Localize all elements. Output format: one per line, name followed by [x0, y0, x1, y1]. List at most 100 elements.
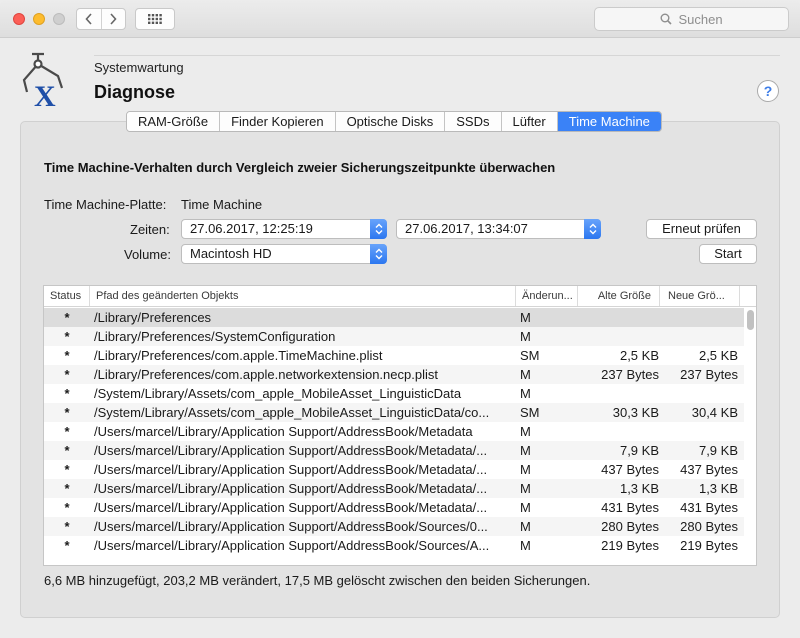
- row-change: M: [520, 519, 531, 534]
- table-row[interactable]: * /Users/marcel/Library/Application Suppo…: [44, 479, 744, 498]
- row-status: *: [64, 538, 70, 553]
- table-row[interactable]: * /Users/marcel/Library/Application Suppo…: [44, 517, 744, 536]
- row-change: M: [520, 538, 531, 553]
- table-row[interactable]: * /System/Library/Assets/com_apple_Mobile…: [44, 384, 744, 403]
- row-path: /System/Library/Assets/com_apple_MobileA…: [94, 386, 462, 401]
- row-path: /Users/marcel/Library/Application Suppor…: [94, 481, 488, 496]
- column-header-new-size[interactable]: Neue Grö...: [660, 286, 740, 306]
- row-path: /Library/Preferences: [94, 310, 212, 325]
- row-status: *: [64, 386, 70, 401]
- row-old-size: 1,3 KB: [619, 481, 659, 496]
- row-change: M: [520, 329, 531, 344]
- row-new-size: [664, 308, 738, 327]
- row-old-size: [579, 327, 659, 346]
- row-path: /Users/marcel/Library/Application Suppor…: [94, 538, 490, 553]
- volume-value: Macintosh HD: [190, 246, 272, 261]
- tab-ram-size[interactable]: RAM-Größe: [127, 112, 220, 131]
- row-old-size: [579, 384, 659, 403]
- back-button[interactable]: [77, 9, 101, 29]
- title-bar: Suchen: [0, 0, 800, 38]
- vertical-scrollbar[interactable]: [747, 310, 754, 330]
- row-old-size: 7,9 KB: [619, 443, 659, 458]
- table-row[interactable]: * /Library/Preferences/com.apple.networke…: [44, 365, 744, 384]
- table-row[interactable]: * /Library/Preferences/SystemConfiguratio…: [44, 327, 744, 346]
- table-row[interactable]: * /Users/marcel/Library/Application Suppo…: [44, 460, 744, 479]
- row-new-size: 280 Bytes: [680, 519, 738, 534]
- table-row[interactable]: * /Users/marcel/Library/Application Suppo…: [44, 536, 744, 555]
- zoom-window-button[interactable]: [53, 13, 65, 25]
- table-row[interactable]: * /Library/Preferences M: [44, 308, 744, 327]
- row-old-size: 2,5 KB: [619, 348, 659, 363]
- header-divider: [94, 55, 780, 56]
- row-path: /Users/marcel/Library/Application Suppor…: [94, 424, 473, 439]
- row-old-size: 280 Bytes: [601, 519, 659, 534]
- row-change: M: [520, 443, 531, 458]
- row-path: /Library/Preferences/SystemConfiguration: [94, 329, 336, 344]
- time2-popup[interactable]: 27.06.2017, 13:34:07: [396, 219, 601, 239]
- row-path: /Users/marcel/Library/Application Suppor…: [94, 443, 488, 458]
- close-window-button[interactable]: [13, 13, 25, 25]
- table-row[interactable]: * /Users/marcel/Library/Application Suppo…: [44, 441, 744, 460]
- row-old-size: 237 Bytes: [601, 367, 659, 382]
- volume-popup[interactable]: Macintosh HD: [181, 244, 387, 264]
- navigation-buttons: [76, 8, 126, 30]
- tab-optical-disks[interactable]: Optische Disks: [334, 112, 445, 131]
- summary-text: 6,6 MB hinzugefügt, 203,2 MB verändert, …: [44, 573, 591, 588]
- start-button[interactable]: Start: [699, 244, 757, 264]
- row-change: M: [520, 481, 531, 496]
- row-path: /System/Library/Assets/com_apple_MobileA…: [94, 405, 490, 420]
- row-old-size: [579, 422, 659, 441]
- help-button[interactable]: ?: [757, 80, 779, 102]
- table-row[interactable]: * /Library/Preferences/com.apple.TimeMach…: [44, 346, 744, 365]
- app-logo-icon: X: [22, 52, 64, 108]
- updown-arrows-icon: [584, 219, 601, 239]
- changes-table[interactable]: Status Pfad des geänderten Objekts Änder…: [43, 285, 757, 566]
- column-header-change[interactable]: Änderun...: [516, 286, 578, 306]
- time1-popup[interactable]: 27.06.2017, 12:25:19: [181, 219, 387, 239]
- row-new-size: 237 Bytes: [680, 367, 738, 382]
- row-status: *: [64, 519, 70, 534]
- chevron-left-icon: [85, 13, 92, 25]
- row-old-size: [579, 308, 659, 327]
- row-path: /Library/Preferences/com.apple.TimeMachi…: [94, 348, 383, 363]
- row-status: *: [64, 348, 70, 363]
- tab-fans[interactable]: Lüfter: [500, 112, 557, 131]
- row-status: *: [64, 424, 70, 439]
- table-row[interactable]: * /Users/marcel/Library/Application Suppo…: [44, 498, 744, 517]
- tab-ssds[interactable]: SSDs: [444, 112, 501, 131]
- row-new-size: 7,9 KB: [698, 443, 738, 458]
- time1-value: 27.06.2017, 12:25:19: [190, 221, 313, 236]
- search-field[interactable]: Suchen: [594, 7, 789, 31]
- minimize-window-button[interactable]: [33, 13, 45, 25]
- row-new-size: 1,3 KB: [698, 481, 738, 496]
- row-new-size: [664, 327, 738, 346]
- recheck-button[interactable]: Erneut prüfen: [646, 219, 757, 239]
- grid-icon: [148, 14, 162, 24]
- forward-button[interactable]: [100, 9, 126, 29]
- row-new-size: 431 Bytes: [680, 500, 738, 515]
- tab-finder-copy[interactable]: Finder Kopieren: [219, 112, 335, 131]
- show-all-button[interactable]: [135, 8, 175, 30]
- row-path: /Users/marcel/Library/Application Suppor…: [94, 519, 488, 534]
- help-icon: ?: [763, 83, 773, 99]
- column-header-status[interactable]: Status: [44, 286, 90, 306]
- tab-time-machine[interactable]: Time Machine: [556, 112, 661, 131]
- row-status: *: [64, 310, 70, 325]
- table-row[interactable]: * /Users/marcel/Library/Application Suppo…: [44, 422, 744, 441]
- table-header: Status Pfad des geänderten Objekts Änder…: [44, 286, 756, 307]
- row-status: *: [64, 500, 70, 515]
- row-status: *: [64, 443, 70, 458]
- column-header-path[interactable]: Pfad des geänderten Objekts: [90, 286, 516, 306]
- volume-label: Volume:: [124, 247, 171, 262]
- page-title: Diagnose: [94, 82, 176, 102]
- row-change: M: [520, 367, 531, 382]
- table-row[interactable]: * /System/Library/Assets/com_apple_Mobile…: [44, 403, 744, 422]
- row-new-size: [664, 384, 738, 403]
- row-new-size: 437 Bytes: [680, 462, 738, 477]
- row-status: *: [64, 405, 70, 420]
- column-header-old-size[interactable]: Alte Größe: [578, 286, 660, 306]
- updown-arrows-icon: [370, 219, 387, 239]
- row-change: M: [520, 310, 531, 325]
- section-label: Systemwartung: [94, 60, 184, 75]
- row-new-size: [664, 422, 738, 441]
